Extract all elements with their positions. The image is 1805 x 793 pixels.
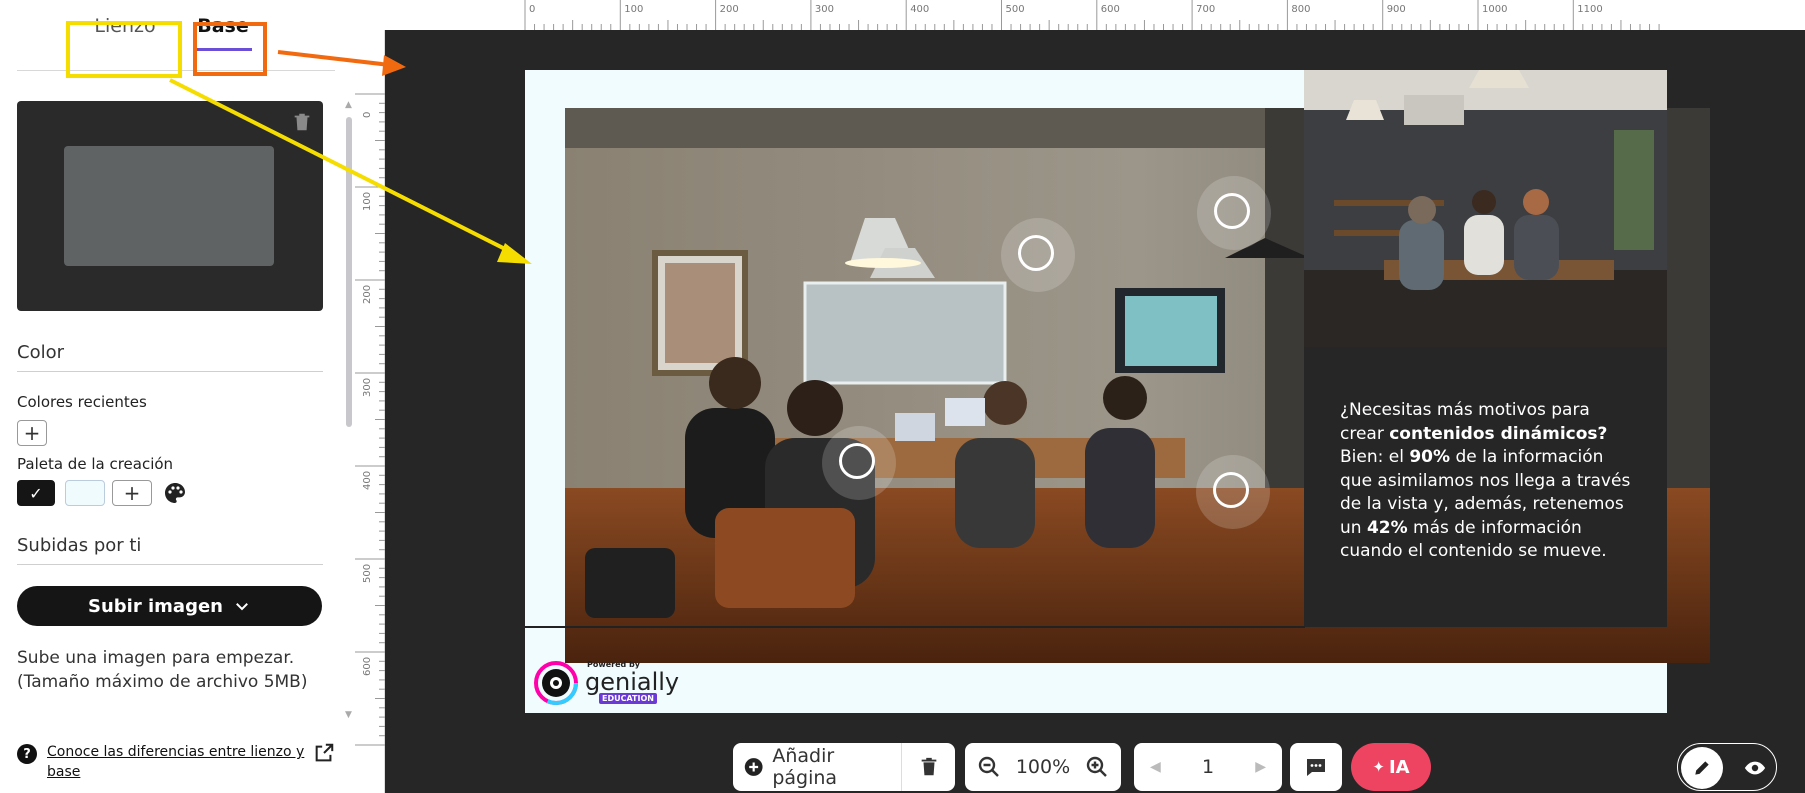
orange-arrowhead [382, 55, 406, 76]
page-nav-group: ◀ 1 ▶ [1134, 743, 1282, 791]
ruler-left-label: 0 [362, 112, 373, 118]
zoom-in-icon[interactable] [1085, 755, 1109, 779]
text-panel[interactable]: ¿Necesitas más motivos para crear conten… [1304, 347, 1667, 627]
plus-circle-icon [744, 758, 763, 776]
external-link-icon[interactable] [313, 742, 335, 764]
slide-text-line4: que asimilamos nos llega a través [1340, 470, 1631, 491]
base-preview-thumbnail [64, 146, 274, 266]
add-recent-color-button[interactable]: + [17, 420, 47, 446]
preview-mode-button[interactable] [1734, 747, 1776, 789]
ruler-top-label: 1000 [1482, 4, 1507, 15]
upload-hint-line2: (Tamaño máximo de archivo 5MB) [17, 672, 308, 692]
upload-image-button[interactable]: Subir imagen [17, 586, 322, 626]
comment-icon [1307, 759, 1325, 776]
scroll-up-arrow[interactable]: ▲ [345, 100, 352, 110]
genially-logo-icon [534, 661, 578, 705]
palette-label: Paleta de la creación [17, 455, 174, 473]
hotspot-2[interactable] [1197, 176, 1271, 250]
palette-swatch-dark[interactable]: ✓ [17, 480, 55, 506]
ruler-top-label: 900 [1387, 4, 1406, 15]
ruler-corner [355, 0, 385, 30]
ruler-top-label: 700 [1196, 4, 1215, 15]
ruler-top-label: 500 [1006, 4, 1025, 15]
edit-mode-button[interactable] [1681, 747, 1723, 789]
comments-button[interactable] [1290, 743, 1342, 791]
slide-text-line1: ¿Necesitas más motivos para [1340, 400, 1590, 420]
page-number[interactable]: 1 [1202, 756, 1214, 778]
ruler-top-label: 300 [815, 4, 834, 15]
scroll-down-arrow[interactable]: ▼ [345, 710, 352, 720]
ruler-left-label: 500 [362, 564, 373, 583]
chevron-down-icon [236, 603, 248, 611]
page-toolbar-group: Añadir página [733, 743, 955, 791]
upload-hint: Sube una imagen para empezar. (Tamaño má… [17, 646, 337, 694]
zoom-out-icon[interactable] [977, 755, 1001, 779]
ai-button[interactable]: ✦ IA [1351, 743, 1431, 791]
ruler-top: 0 100 200 300 400 500 600 700 800 900 1000 1100 [385, 0, 1805, 30]
slide-text-line6: un 42% más de información [1340, 517, 1582, 538]
scrollbar-thumb[interactable] [346, 117, 352, 427]
hotspot-4[interactable] [1196, 455, 1270, 529]
next-page-icon[interactable]: ▶ [1255, 759, 1266, 775]
help-icon: ? [17, 744, 37, 764]
logo-wordmark: genially [585, 668, 680, 696]
slide-divider-line [525, 626, 1305, 628]
ruler-left-label: 400 [362, 471, 373, 490]
delete-background-icon[interactable] [291, 111, 313, 133]
left-panel: Lienzo Base ▲ ▼ Color Colores recientes … [0, 0, 355, 793]
ruler-top-label: 1100 [1577, 4, 1602, 15]
ruler-top-label: 200 [720, 4, 739, 15]
cafe-meeting-photo[interactable] [1304, 70, 1667, 347]
ruler-top-label: 400 [910, 4, 929, 15]
slide-text-line5: de la vista y, además, retenemos [1340, 494, 1624, 514]
delete-page-button[interactable] [902, 756, 955, 778]
logo-education-badge: EDUCATION [599, 693, 657, 704]
ruler-left: 0 100 200 300 400 500 600 [355, 30, 385, 793]
mode-switch [1677, 743, 1777, 791]
color-section-title: Color [17, 342, 323, 372]
upload-hint-line1: Sube una imagen para empezar. [17, 648, 295, 668]
slide-text-line3: Bien: el 90% de la información [1340, 447, 1604, 467]
trash-icon [921, 757, 936, 776]
ruler-top-label: 600 [1101, 4, 1120, 15]
ruler-left-ticks: 0 100 200 300 400 500 600 [355, 93, 385, 746]
slide-text-line7: cuando el contenido se mueve. [1340, 541, 1607, 561]
zoom-level[interactable]: 100% [1016, 756, 1070, 778]
slide-text[interactable]: ¿Necesitas más motivos para crear conten… [1340, 399, 1640, 564]
slide-text-line2: crear contenidos dinámicos? [1340, 423, 1608, 444]
hotspot-1[interactable] [1001, 218, 1075, 292]
genially-logo[interactable]: Powered by genially EDUCATION [533, 660, 679, 706]
pencil-icon [1695, 761, 1709, 775]
eye-icon [1744, 761, 1766, 775]
highlight-box-yellow [66, 21, 182, 78]
ruler-top-label: 800 [1291, 4, 1310, 15]
recent-colors-label: Colores recientes [17, 393, 147, 411]
prev-page-icon[interactable]: ◀ [1150, 759, 1161, 775]
add-page-button[interactable]: Añadir página [733, 745, 901, 789]
ruler-top-label: 100 [624, 4, 643, 15]
hotspot-3[interactable] [822, 426, 896, 500]
add-page-label: Añadir página [772, 745, 838, 789]
add-palette-color-button[interactable]: + [112, 480, 152, 506]
help-link[interactable]: Conoce las diferencias entre lienzo y ba… [47, 742, 307, 782]
ruler-left-label: 600 [362, 657, 373, 676]
upload-image-label: Subir imagen [88, 595, 223, 617]
palette-swatch-light[interactable] [65, 480, 105, 506]
ruler-top-label: 0 [529, 4, 535, 15]
base-preview-card[interactable] [17, 101, 323, 311]
ruler-left-label: 200 [362, 285, 373, 304]
ruler-top-ticks: 0 100 200 300 400 500 600 700 800 900 1000 1100 [524, 0, 1660, 30]
highlight-box-orange [193, 22, 267, 76]
zoom-toolbar-group: 100% [965, 743, 1121, 791]
sparkle-icon: ✦ [1372, 758, 1385, 776]
ruler-left-label: 300 [362, 378, 373, 397]
palette-icon[interactable] [163, 481, 187, 505]
ruler-left-label: 100 [362, 192, 373, 211]
ai-label: IA [1388, 756, 1410, 778]
uploads-section-title: Subidas por ti [17, 535, 323, 565]
